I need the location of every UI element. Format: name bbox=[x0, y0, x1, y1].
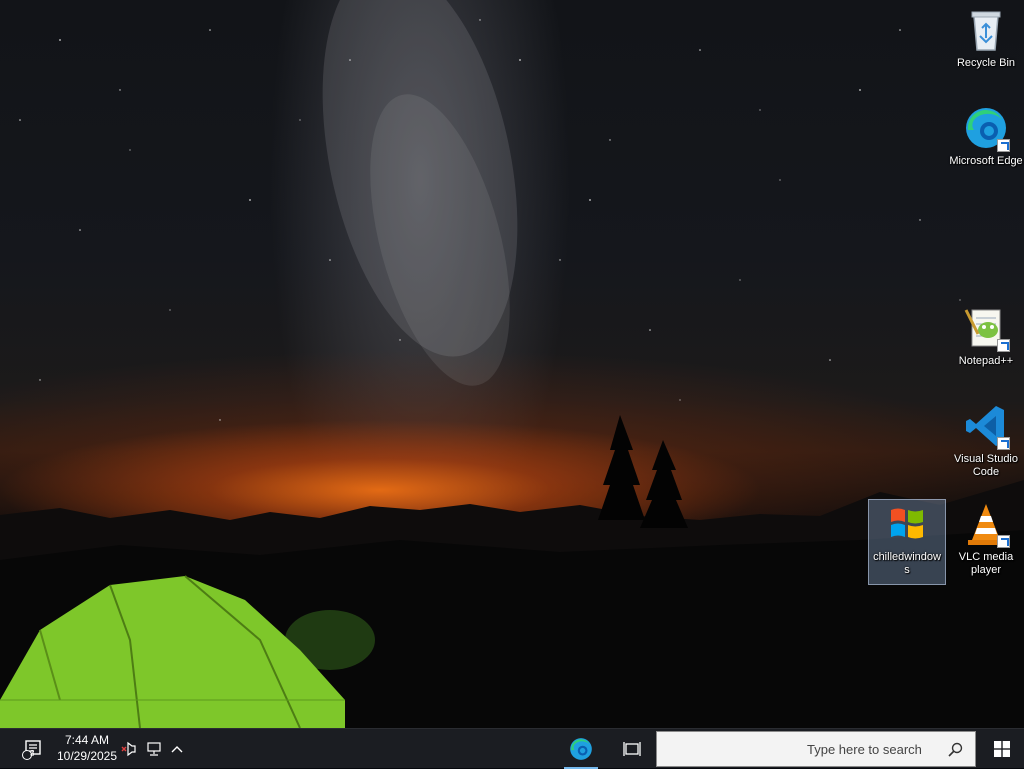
desktop-icon-edge[interactable]: Microsoft Edge bbox=[949, 104, 1023, 168]
vlc-icon bbox=[962, 500, 1010, 548]
desktop-wallpaper bbox=[0, 0, 1024, 728]
vscode-icon bbox=[962, 402, 1010, 450]
desktop-icon-label: Notepad++ bbox=[958, 355, 1014, 367]
notepadpp-icon bbox=[962, 304, 1010, 352]
action-center-button[interactable]: 3 bbox=[14, 729, 50, 769]
desktop-icon-vlc[interactable]: VLC media player bbox=[949, 500, 1023, 577]
desktop-icon-chilledwindows[interactable]: chilledwindows bbox=[868, 499, 946, 585]
taskbar-search-box[interactable]: Type here to search bbox=[656, 731, 976, 767]
search-placeholder: Type here to search bbox=[807, 742, 922, 757]
volume-muted-icon bbox=[121, 741, 136, 757]
wallpaper-scene bbox=[0, 0, 1024, 728]
show-hidden-icons-button[interactable] bbox=[166, 729, 188, 769]
notification-count: 3 bbox=[30, 749, 35, 758]
desktop-icon-label: Visual Studio Code bbox=[953, 453, 1018, 478]
desktop-icon-label: chilledwindows bbox=[873, 551, 941, 576]
desktop-icon-label: Recycle Bin bbox=[956, 57, 1016, 69]
clock-date: 10/29/2025 bbox=[56, 749, 118, 763]
network-tray-button[interactable] bbox=[142, 729, 166, 769]
network-icon bbox=[147, 742, 161, 756]
search-icon bbox=[948, 742, 963, 757]
taskbar-clock[interactable]: 7:44 AM 10/29/2025 bbox=[52, 732, 122, 764]
task-view-button[interactable] bbox=[612, 729, 652, 769]
edge-icon bbox=[570, 738, 592, 760]
shortcut-arrow-icon bbox=[997, 139, 1010, 152]
windows-logo-icon bbox=[994, 741, 1010, 757]
desktop-icon-vscode[interactable]: Visual Studio Code bbox=[949, 402, 1023, 479]
shortcut-arrow-icon bbox=[997, 437, 1010, 450]
desktop-icon-recycle-bin[interactable]: Recycle Bin bbox=[949, 6, 1023, 70]
chevron-up-icon bbox=[171, 746, 183, 753]
shortcut-arrow-icon bbox=[997, 535, 1010, 548]
shortcut-arrow-icon bbox=[997, 339, 1010, 352]
volume-tray-button[interactable] bbox=[118, 729, 140, 769]
clock-time: 7:44 AM bbox=[64, 733, 110, 747]
edge-icon bbox=[962, 104, 1010, 152]
start-button[interactable] bbox=[980, 729, 1024, 769]
desktop-icon-label: Microsoft Edge bbox=[949, 155, 1023, 167]
taskbar-edge-button[interactable] bbox=[560, 729, 602, 769]
recycle-bin-icon bbox=[962, 6, 1010, 54]
desktop-icon-label: VLC media player bbox=[958, 551, 1014, 576]
task-view-icon bbox=[623, 742, 641, 756]
windows-flag-icon bbox=[883, 500, 931, 548]
taskbar: 3 7:44 AM 10/29/2025 Type here to search bbox=[0, 728, 1024, 769]
desktop-icon-notepadpp[interactable]: Notepad++ bbox=[949, 304, 1023, 368]
